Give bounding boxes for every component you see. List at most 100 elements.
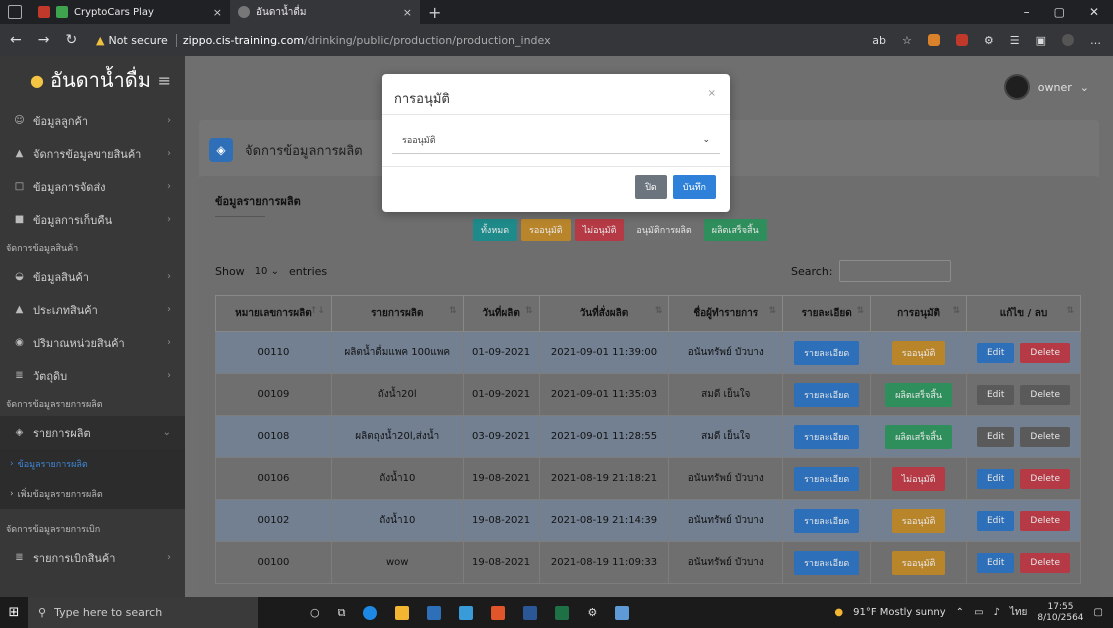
close-tab-icon[interactable]: × bbox=[213, 6, 222, 19]
approval-select[interactable]: รออนุมัติ ⌄ bbox=[392, 126, 720, 154]
close-tab-icon[interactable]: × bbox=[403, 6, 412, 19]
sidebar-item-units[interactable]: ◉ ปริมาณหน่วยสินค้า › bbox=[0, 326, 185, 359]
settings-icon[interactable]: ⚙ bbox=[587, 606, 597, 619]
status-badge[interactable]: ผลิตเสร็จสิ้น bbox=[885, 382, 953, 407]
excel-icon[interactable] bbox=[555, 605, 570, 620]
sidebar-item-delivery[interactable]: □ ข้อมูลการจัดส่ง › bbox=[0, 170, 185, 203]
status-badge[interactable]: ไม่อนุมัติ bbox=[891, 466, 946, 491]
extension-icon[interactable] bbox=[955, 34, 968, 46]
chevron-up-icon[interactable]: ⌃ bbox=[956, 607, 964, 618]
mail-icon[interactable] bbox=[459, 605, 474, 620]
taskbar-search[interactable]: ⚲ Type here to search bbox=[28, 597, 258, 628]
status-badge[interactable]: รออนุมัติ bbox=[891, 508, 946, 533]
detail-button[interactable]: รายละเอียด bbox=[794, 550, 860, 575]
sidebar-item-production[interactable]: ◈ รายการผลิต ⌄ bbox=[0, 416, 185, 449]
hamburger-icon[interactable]: ≡ bbox=[158, 71, 185, 90]
edit-button[interactable]: Edit bbox=[976, 342, 1015, 363]
security-indicator[interactable]: ▲ Not secure bbox=[96, 33, 177, 47]
status-badge[interactable]: ผลิตเสร็จสิ้น bbox=[885, 424, 953, 449]
sidebar-item-products[interactable]: ◒ ข้อมูลสินค้า › bbox=[0, 260, 185, 293]
tab-actions-icon[interactable] bbox=[8, 5, 22, 19]
detail-button[interactable]: รายละเอียด bbox=[794, 508, 860, 533]
metamask-icon[interactable] bbox=[927, 34, 940, 46]
task-view-icon[interactable]: ⧉ bbox=[338, 606, 346, 620]
office-icon[interactable] bbox=[491, 605, 506, 620]
more-icon[interactable]: … bbox=[1090, 34, 1101, 47]
forward-icon[interactable]: → bbox=[38, 32, 50, 48]
favorites-bar-icon[interactable]: ☰ bbox=[1010, 34, 1020, 47]
status-badge[interactable]: รออนุมัติ bbox=[891, 340, 946, 365]
store-icon[interactable] bbox=[427, 605, 442, 620]
detail-button[interactable]: รายละเอียด bbox=[794, 340, 860, 365]
notification-icon[interactable]: ▢ bbox=[1094, 607, 1103, 618]
language-indicator[interactable]: ไทย bbox=[1010, 605, 1027, 620]
close-window-icon[interactable]: ✕ bbox=[1089, 5, 1099, 19]
collections-icon[interactable]: ▣ bbox=[1036, 34, 1046, 47]
profile-icon[interactable] bbox=[1062, 34, 1074, 46]
weather-text[interactable]: 91°F Mostly sunny bbox=[853, 607, 946, 618]
delete-button[interactable]: Delete bbox=[1020, 468, 1070, 489]
column-header[interactable]: ชื่อผู้ทำรายการ ⇅ bbox=[668, 295, 784, 332]
new-tab-icon[interactable]: + bbox=[428, 3, 441, 22]
sidebar-item-returns[interactable]: ■ ข้อมูลการเก็บคืน › bbox=[0, 203, 185, 236]
translate-icon[interactable]: ab bbox=[872, 34, 886, 47]
column-header[interactable]: รายละเอียด ⇅ bbox=[782, 295, 872, 332]
column-header[interactable]: วันที่สั่งผลิต ⇅ bbox=[538, 295, 670, 332]
volume-icon[interactable]: ♪ bbox=[994, 607, 1000, 618]
file-explorer-icon[interactable] bbox=[395, 605, 410, 620]
browser-tab-cryptocars[interactable]: CryptoCars Play × bbox=[30, 0, 230, 24]
avatar[interactable] bbox=[1003, 74, 1030, 100]
user-name[interactable]: owner bbox=[1038, 81, 1072, 94]
reload-icon[interactable]: ↻ bbox=[65, 32, 77, 48]
delete-button[interactable]: Delete bbox=[1020, 552, 1070, 573]
search-input[interactable] bbox=[838, 260, 951, 282]
filter-approved-button[interactable]: อนุมัติการผลิต bbox=[628, 219, 700, 241]
column-header[interactable]: วันที่ผลิต ⇅ bbox=[462, 295, 540, 332]
filter-pending-button[interactable]: รออนุมัติ bbox=[521, 219, 571, 241]
detail-button[interactable]: รายละเอียด bbox=[794, 382, 860, 407]
filter-rejected-button[interactable]: ไม่อนุมัติ bbox=[574, 219, 625, 241]
close-button[interactable]: ปิด bbox=[635, 175, 667, 199]
sidebar-item-customers[interactable]: ☺ ข้อมูลลูกค้า › bbox=[0, 104, 185, 137]
brand[interactable]: ● อันดาน้ำดื่ม ≡ bbox=[0, 56, 185, 104]
browser-tab-drinking[interactable]: อันดาน้ำดื่ม × bbox=[230, 0, 420, 24]
sidebar-item-product-types[interactable]: ▲ ประเภทสินค้า › bbox=[0, 293, 185, 326]
back-icon[interactable]: ← bbox=[10, 32, 22, 48]
save-button[interactable]: บันทึก bbox=[672, 175, 716, 199]
url-field[interactable]: zippo.cis-training.com/drinking/public/p… bbox=[177, 34, 551, 47]
edit-button[interactable]: Edit bbox=[976, 468, 1015, 489]
sidebar-subitem-production-add[interactable]: › เพิ่มข้อมูลรายการผลิต bbox=[0, 479, 185, 509]
clock[interactable]: 17:55 8/10/2564 bbox=[1037, 602, 1083, 624]
network-icon[interactable]: ▭ bbox=[974, 607, 983, 618]
sidebar-item-materials[interactable]: ≣ วัตถุดิบ › bbox=[0, 359, 185, 392]
detail-button[interactable]: รายละเอียด bbox=[794, 466, 860, 491]
clock-time: 17:55 bbox=[1047, 601, 1074, 612]
close-icon[interactable]: × bbox=[708, 88, 716, 99]
status-badge[interactable]: รออนุมัติ bbox=[891, 550, 946, 575]
entries-select[interactable]: 10 ⌄ bbox=[251, 266, 283, 277]
column-header[interactable]: การอนุมัติ ⇅ bbox=[870, 295, 967, 332]
chevron-down-icon[interactable]: ⌄ bbox=[1080, 81, 1089, 94]
sidebar-subitem-production-list[interactable]: › ข้อมูลรายการผลิต bbox=[0, 449, 185, 479]
delete-button[interactable]: Delete bbox=[1020, 342, 1070, 363]
sidebar-item-sales[interactable]: ▲ จัดการข้อมูลขายสินค้า › bbox=[0, 137, 185, 170]
filter-completed-button[interactable]: ผลิตเสร็จสิ้น bbox=[703, 219, 767, 241]
column-header[interactable]: หมายเลขการผลิต ↑↓ bbox=[215, 295, 332, 332]
delete-button[interactable]: Delete bbox=[1020, 510, 1070, 531]
edit-button[interactable]: Edit bbox=[976, 510, 1015, 531]
detail-button[interactable]: รายละเอียด bbox=[794, 424, 860, 449]
column-header[interactable]: รายการผลิต ⇅ bbox=[330, 295, 464, 332]
minimize-icon[interactable]: – bbox=[1024, 5, 1030, 19]
filter-all-button[interactable]: ทั้งหมด bbox=[473, 219, 518, 241]
edge-icon[interactable] bbox=[363, 605, 378, 620]
favorite-icon[interactable]: ☆ bbox=[902, 34, 912, 47]
windows-start-icon[interactable]: ⊞ bbox=[0, 605, 28, 620]
app-icon[interactable] bbox=[615, 605, 630, 620]
extensions-icon[interactable]: ⚙ bbox=[984, 34, 994, 47]
column-header[interactable]: แก้ไข / ลบ ⇅ bbox=[966, 295, 1081, 332]
cortana-icon[interactable]: ○ bbox=[310, 606, 320, 619]
edit-button[interactable]: Edit bbox=[976, 552, 1015, 573]
sidebar-item-withdraw[interactable]: ≣ รายการเบิกสินค้า › bbox=[0, 541, 185, 574]
word-icon[interactable] bbox=[523, 605, 538, 620]
restore-icon[interactable]: ▢ bbox=[1054, 5, 1065, 19]
